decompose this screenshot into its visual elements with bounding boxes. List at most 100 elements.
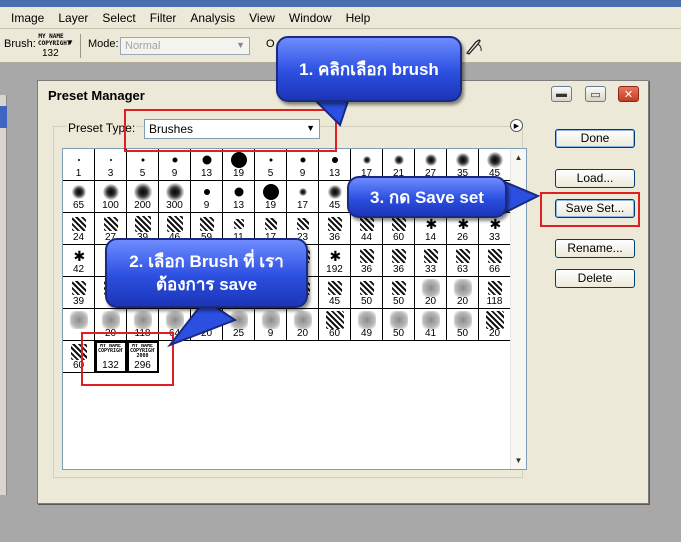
menu-analysis[interactable]: Analysis — [183, 8, 242, 28]
brush-preset-cell[interactable]: 50 — [351, 277, 383, 309]
brush-preset-cell[interactable]: 20 — [415, 277, 447, 309]
vertical-scrollbar[interactable]: ▲ ▼ — [510, 149, 526, 469]
brush-preset-cell[interactable]: 1 — [63, 149, 95, 181]
brush-preset-cell[interactable]: 13 — [223, 181, 255, 213]
brush-size-label: 63 — [456, 264, 469, 275]
brush-preset-cell[interactable]: 33 — [415, 245, 447, 277]
brush-preset-cell[interactable]: 9 — [287, 149, 319, 181]
brush-size-label: 9 — [171, 168, 178, 179]
brush-preset-cell[interactable]: ✱ 192 — [319, 245, 351, 277]
load-button[interactable]: Load... — [555, 169, 635, 188]
brush-preset-cell[interactable]: 9 — [159, 149, 191, 181]
brush-preset-cell[interactable]: 24 — [63, 213, 95, 245]
brush-tip-preview — [165, 183, 184, 201]
brush-tip-preview — [71, 185, 86, 199]
brush-tip-preview — [172, 157, 177, 163]
brush-size-label: 20 — [296, 328, 309, 339]
brush-preset-cell[interactable]: 41 — [415, 309, 447, 341]
brush-size-label: 49 — [360, 328, 373, 339]
brush-size-label: 20 — [424, 296, 437, 307]
brush-preset-cell[interactable]: 36 — [319, 213, 351, 245]
brush-preset-cell[interactable]: 19 — [223, 149, 255, 181]
brush-preset-cell[interactable]: 3 — [95, 149, 127, 181]
brush-tip-preview — [423, 249, 438, 263]
brush-preset-cell[interactable]: 36 — [383, 245, 415, 277]
scroll-up-icon[interactable]: ▲ — [511, 150, 526, 165]
brush-preset-cell[interactable]: 5 — [127, 149, 159, 181]
menu-view[interactable]: View — [242, 8, 282, 28]
brush-size-label: 3 — [107, 168, 114, 179]
menu-filter[interactable]: Filter — [143, 8, 184, 28]
brush-tip-preview — [331, 157, 338, 163]
brush-tip-preview — [391, 249, 406, 263]
menu-layer[interactable]: Layer — [51, 8, 95, 28]
brush-picker-thumbnail[interactable]: MY NAME COPYRIGHT — [38, 33, 71, 47]
brush-preset-cell[interactable]: 13 — [319, 149, 351, 181]
brush-preset-cell[interactable]: 66 — [479, 245, 511, 277]
brush-preset-cell[interactable]: 50 — [383, 277, 415, 309]
panel-menu-icon[interactable]: ▶ — [510, 119, 523, 132]
brush-size-label: 65 — [72, 200, 85, 211]
brush-preset-cell[interactable]: 50 — [447, 309, 479, 341]
brush-preset-cell[interactable]: 300 — [159, 181, 191, 213]
brush-preset-cell[interactable]: 19 — [255, 181, 287, 213]
scroll-down-icon[interactable]: ▼ — [511, 453, 526, 468]
opacity-label: O — [266, 38, 275, 50]
brush-preset-cell[interactable]: 17 — [287, 181, 319, 213]
brush-preset-cell[interactable]: 118 — [479, 277, 511, 309]
maximize-button[interactable]: ▭ — [585, 86, 606, 102]
brush-tip-preview — [421, 279, 440, 297]
brush-preset-cell[interactable]: 50 — [383, 309, 415, 341]
brush-preset-cell[interactable]: 13 — [191, 149, 223, 181]
menu-window[interactable]: Window — [282, 8, 339, 28]
brush-preset-cell[interactable]: 9 — [255, 309, 287, 341]
brush-preset-cell[interactable]: 20 — [447, 277, 479, 309]
brush-tip-preview — [327, 217, 342, 231]
brush-preset-cell[interactable]: 39 — [63, 277, 95, 309]
brush-size-label: 36 — [392, 264, 405, 275]
brush-size-label: 25 — [232, 328, 245, 339]
brush-tip-preview — [101, 311, 120, 329]
callout-step-1: 1. คลิกเลือก brush — [276, 36, 462, 102]
brush-preset-cell[interactable]: 100 — [95, 181, 127, 213]
callout-step-3: 3. กด Save set — [347, 176, 507, 218]
delete-button[interactable]: Delete — [555, 269, 635, 288]
maximize-icon: ▭ — [590, 88, 601, 101]
brush-size-label: 100 — [102, 200, 119, 211]
brush-preset-cell[interactable]: 65 — [63, 181, 95, 213]
brush-size-label: 1 — [75, 168, 82, 179]
brush-preset-cell[interactable]: 20 — [191, 309, 223, 341]
brush-picker-dropdown-icon[interactable]: ▼ — [66, 38, 74, 47]
brush-size-label: 44 — [360, 232, 373, 243]
brush-preset-cell[interactable]: 200 — [127, 181, 159, 213]
brush-tip-preview — [325, 311, 344, 329]
brush-preset-cell[interactable]: 63 — [447, 245, 479, 277]
minimize-button[interactable]: ▬ — [551, 86, 572, 102]
done-button[interactable]: Done — [555, 129, 635, 148]
menu-image[interactable]: Image — [4, 8, 51, 28]
brush-preset-cell[interactable]: 25 — [223, 309, 255, 341]
brush-preset-cell[interactable]: 36 — [351, 245, 383, 277]
menu-help[interactable]: Help — [339, 8, 378, 28]
brush-tip-preview — [109, 159, 112, 161]
airbrush-icon[interactable] — [464, 36, 484, 56]
brush-preset-cell[interactable]: 20 — [287, 309, 319, 341]
brush-size-label: 24 — [72, 232, 85, 243]
brush-preset-cell[interactable]: 9 — [191, 181, 223, 213]
brush-preset-cell[interactable]: 45 — [319, 277, 351, 309]
menu-select[interactable]: Select — [95, 8, 142, 28]
brush-size-label: 5 — [267, 168, 274, 179]
brush-preset-cell[interactable]: 60 — [319, 309, 351, 341]
rename-button[interactable]: Rename... — [555, 239, 635, 258]
brush-preset-cell[interactable]: 20 — [479, 309, 511, 341]
close-button[interactable]: ✕ — [618, 86, 639, 102]
brush-tip-preview — [485, 311, 504, 329]
brush-preset-cell[interactable]: 49 — [351, 309, 383, 341]
brush-preset-cell[interactable]: 5 — [255, 149, 287, 181]
brush-size-label: 50 — [392, 296, 405, 307]
brush-tip-preview — [230, 152, 247, 168]
brush-preset-cell[interactable]: ✱ 42 — [63, 245, 95, 277]
mode-label: Mode: — [88, 38, 119, 50]
mode-select[interactable]: Normal ▼ — [120, 37, 250, 55]
brush-tip-preview — [293, 311, 312, 329]
